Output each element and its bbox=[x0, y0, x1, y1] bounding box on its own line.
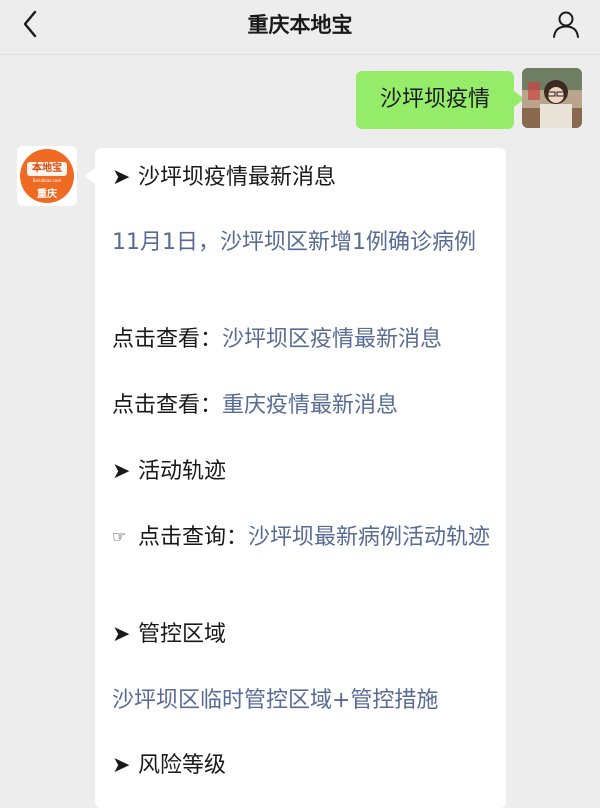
view-item: 点击查看：沙坪坝区疫情最新消息 bbox=[112, 324, 492, 356]
outgoing-message-bubble[interactable]: 沙坪坝疫情 bbox=[355, 71, 525, 129]
section-heading: ➤ 沙坪坝疫情最新消息 bbox=[112, 162, 492, 194]
arrow-icon: ➤ bbox=[112, 753, 131, 778]
logo-url-text: Bendibao.com bbox=[32, 178, 62, 183]
profile-button[interactable] bbox=[546, 6, 586, 46]
chongqing-news-link[interactable]: 重庆疫情最新消息 bbox=[222, 393, 398, 418]
user-avatar[interactable] bbox=[522, 68, 582, 128]
logo-text: 本地宝 bbox=[27, 162, 67, 176]
news-link[interactable]: 11月1日，沙坪坝区新增1例确诊病例 bbox=[112, 230, 476, 255]
view-prefix: 点击查看： bbox=[112, 393, 223, 418]
shapingba-news-link[interactable]: 沙坪坝区疫情最新消息 bbox=[222, 327, 442, 352]
view-prefix: 点击查看： bbox=[112, 327, 223, 352]
section-heading: ➤ 风险等级 bbox=[112, 750, 492, 782]
control-area-item: 沙坪坝区临时管控区域+管控措施 bbox=[112, 685, 492, 717]
incoming-message-bubble: ➤ 沙坪坝疫情最新消息 11月1日，沙坪坝区新增1例确诊病例 点击查看：沙坪坝区疫… bbox=[85, 148, 506, 808]
news-item: 11月1日，沙坪坝区新增1例确诊病例 bbox=[112, 227, 492, 259]
chat-title: 重庆本地宝 bbox=[247, 13, 353, 37]
query-item: ☞ 点击查询：沙坪坝最新病例活动轨迹 bbox=[112, 521, 492, 554]
logo-city-text: 重庆 bbox=[37, 189, 57, 200]
trajectory-link[interactable]: 沙坪坝最新病例活动轨迹 bbox=[248, 525, 490, 550]
query-prefix: 点击查询： bbox=[138, 525, 249, 550]
arrow-icon: ➤ bbox=[112, 165, 131, 190]
outgoing-message-text: 沙坪坝疫情 bbox=[379, 87, 490, 112]
arrow-icon: ➤ bbox=[112, 459, 131, 484]
section-heading: ➤ 活动轨迹 bbox=[112, 456, 492, 488]
arrow-icon: ➤ bbox=[112, 622, 131, 647]
section-heading: ➤ 管控区域 bbox=[112, 619, 492, 651]
view-item: 点击查看：重庆疫情最新消息 bbox=[112, 390, 492, 422]
bendibao-avatar[interactable]: 本地宝 Bendibao.com 重庆 bbox=[17, 146, 77, 206]
control-area-link[interactable]: 沙坪坝区临时管控区域+管控措施 bbox=[112, 688, 438, 713]
pointing-hand-icon: ☞ bbox=[112, 527, 127, 546]
person-icon bbox=[551, 9, 581, 43]
top-bar: 重庆本地宝 bbox=[0, 0, 600, 55]
bendibao-logo: 本地宝 Bendibao.com 重庆 bbox=[20, 149, 74, 203]
